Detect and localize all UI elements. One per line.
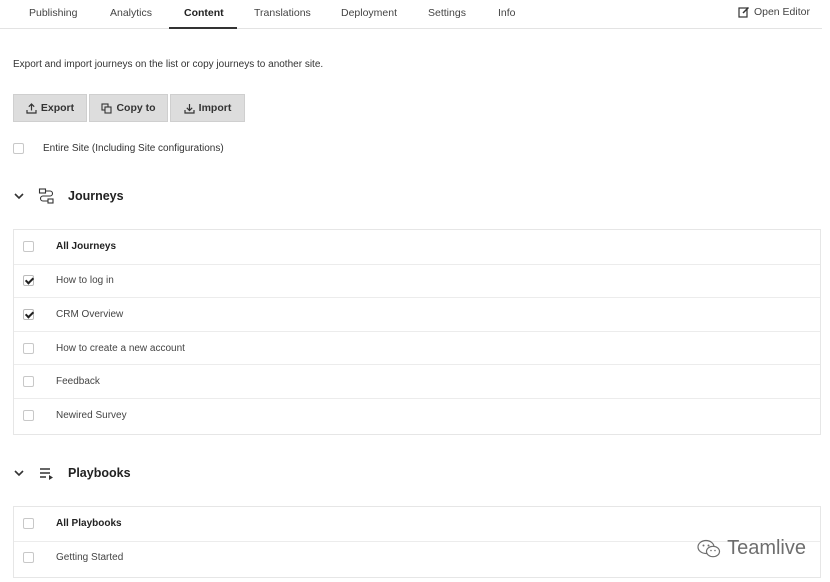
playbooks-section-header: Playbooks	[13, 464, 131, 482]
tab-publishing[interactable]: Publishing	[29, 7, 77, 19]
journey-checkbox[interactable]	[23, 275, 34, 287]
export-button[interactable]: Export	[13, 94, 87, 122]
entire-site-checkbox[interactable]	[13, 143, 24, 154]
entire-site-label: Entire Site (Including Site configuratio…	[43, 143, 224, 154]
journey-row[interactable]: Feedback	[14, 364, 820, 398]
all-journeys-row[interactable]: All Journeys	[14, 230, 820, 264]
page-description: Export and import journeys on the list o…	[13, 59, 324, 70]
tab-analytics[interactable]: Analytics	[110, 7, 152, 19]
journey-row[interactable]: How to log in	[14, 263, 820, 298]
tab-translations[interactable]: Translations	[254, 7, 311, 19]
edit-icon	[738, 6, 749, 18]
upload-icon	[26, 102, 37, 114]
journeys-section-header: Journeys	[13, 187, 124, 205]
all-playbooks-checkbox[interactable]	[23, 518, 34, 530]
copy-to-label: Copy to	[116, 102, 156, 114]
copy-icon	[101, 102, 113, 114]
import-label: Import	[198, 102, 232, 114]
all-journeys-label: All Journeys	[56, 241, 117, 253]
active-tab-indicator	[169, 27, 237, 29]
journey-label: CRM Overview	[56, 308, 124, 320]
tab-content[interactable]: Content	[184, 7, 224, 19]
journey-checkbox[interactable]	[23, 376, 34, 388]
journey-label: How to create a new account	[56, 342, 185, 354]
journeys-title: Journeys	[68, 189, 124, 203]
journey-row[interactable]: Newired Survey	[14, 397, 820, 432]
all-journeys-checkbox[interactable]	[23, 241, 34, 253]
chevron-down-icon[interactable]	[13, 190, 25, 202]
journey-label: How to log in	[56, 275, 114, 287]
journeys-icon	[38, 188, 54, 204]
copy-to-button[interactable]: Copy to	[89, 94, 168, 122]
journey-row[interactable]: CRM Overview	[14, 297, 820, 331]
journey-checkbox[interactable]	[23, 409, 34, 421]
entire-site-option: Entire Site (Including Site configuratio…	[13, 143, 224, 154]
watermark-label: Teamlive	[727, 537, 806, 559]
journey-row[interactable]: How to create a new account	[14, 330, 820, 365]
journey-checkbox[interactable]	[23, 308, 34, 320]
tab-bar: Publishing Analytics Content Translation…	[0, 0, 822, 29]
wechat-icon	[697, 539, 721, 557]
tab-settings[interactable]: Settings	[428, 7, 466, 19]
open-editor-button[interactable]: Open Editor	[738, 6, 810, 18]
download-icon	[184, 103, 195, 114]
tab-info[interactable]: Info	[498, 7, 516, 19]
all-playbooks-row[interactable]: All Playbooks	[14, 507, 820, 541]
journey-label: Feedback	[56, 376, 100, 388]
journey-label: Newired Survey	[56, 409, 127, 421]
journey-checkbox[interactable]	[23, 342, 34, 354]
chevron-down-icon[interactable]	[13, 467, 25, 479]
export-label: Export	[40, 102, 75, 114]
watermark: Teamlive	[697, 537, 806, 560]
journeys-list: All Journeys How to log in CRM Overview …	[13, 229, 821, 435]
playbook-label: Getting Started	[56, 552, 124, 564]
playbook-checkbox[interactable]	[23, 552, 34, 564]
all-playbooks-label: All Playbooks	[56, 518, 122, 530]
playlist-icon	[40, 468, 53, 480]
playbooks-title: Playbooks	[68, 466, 131, 480]
import-button[interactable]: Import	[170, 94, 245, 122]
open-editor-label: Open Editor	[753, 6, 810, 18]
tab-deployment[interactable]: Deployment	[341, 7, 397, 19]
